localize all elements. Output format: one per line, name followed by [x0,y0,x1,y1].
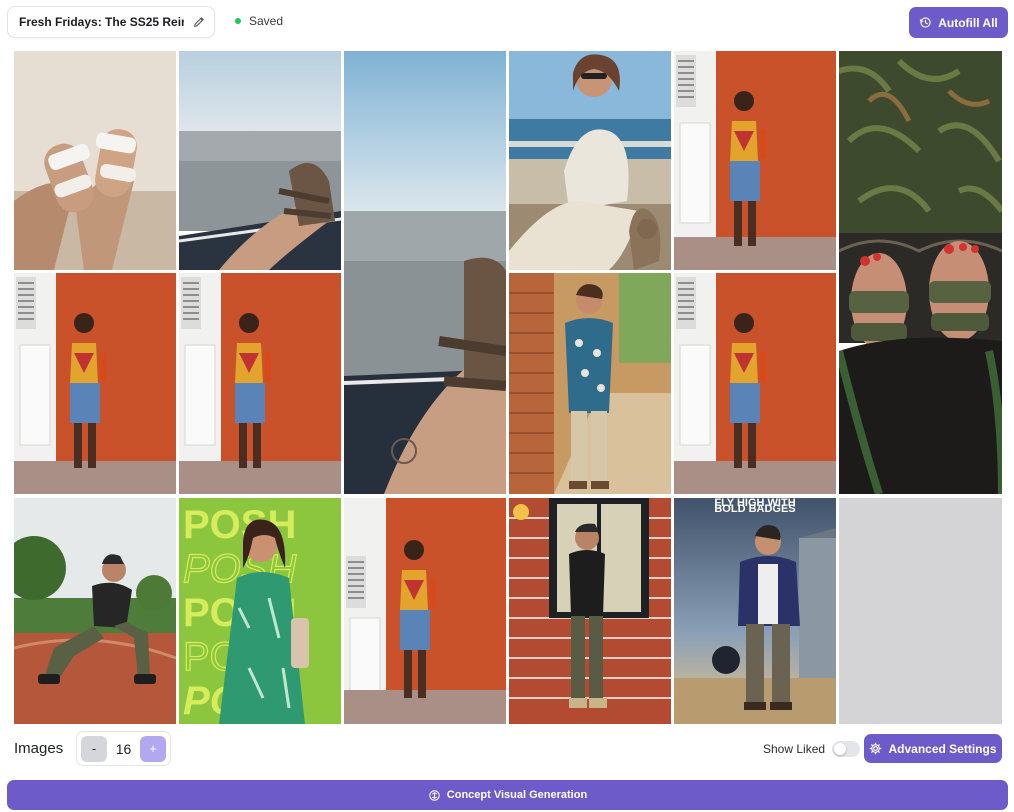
toggle-knob [834,743,847,755]
show-liked-label: Show Liked [763,742,826,756]
image-woman-orange-wall-4[interactable] [674,273,836,494]
image-man-crouching-track[interactable] [14,498,176,724]
image-woman-orange-wall-5[interactable] [344,498,506,724]
gear-icon [870,742,882,755]
refresh-icon [919,17,931,28]
image-sea-boat-sandal-tall[interactable] [344,51,506,494]
decrement-button[interactable]: - [81,735,107,762]
image-man-floral-shirt[interactable] [509,273,671,494]
project-title[interactable]: Fresh Fridays: The SS25 Reinv... [19,15,184,29]
image-woman-green-dress-posh[interactable]: POSH POSH POSH POSH POSH [179,498,341,724]
autofill-all-button[interactable]: Autofill All [909,7,1008,38]
show-liked-control: Show Liked [763,741,861,757]
pencil-icon[interactable] [192,15,206,29]
images-count-stepper: - 16 + [76,731,171,766]
image-sea-boat-sandal[interactable] [179,51,341,270]
advanced-settings-label: Advanced Settings [888,741,997,756]
image-woman-laughing-with-cat[interactable] [509,51,671,270]
save-status: Saved [235,14,283,28]
status-dot-icon [235,18,241,24]
save-status-label: Saved [249,14,284,28]
image-placeholder-empty[interactable] [839,498,1002,724]
image-gallery: POSH POSH POSH POSH POSH [14,51,1002,724]
image-woman-orange-wall-1[interactable] [674,51,836,270]
autofill-all-label: Autofill All [938,15,998,30]
concept-visual-generation-label: Concept Visual Generation [446,789,588,801]
image-woman-orange-wall-3[interactable] [179,273,341,494]
project-title-chip[interactable]: Fresh Fridays: The SS25 Reinv... [7,6,215,38]
concept-visual-generation-button[interactable]: Concept Visual Generation [7,780,1008,810]
increment-button[interactable]: + [139,735,166,762]
show-liked-toggle[interactable] [832,741,861,757]
image-feet-white-sandals-sand[interactable] [14,51,176,270]
generate-icon [429,789,440,801]
images-count-label: Images [14,740,64,757]
bomber-headline-2: BOLD BADGES [714,503,795,515]
image-woman-orange-wall-2[interactable] [14,273,176,494]
advanced-settings-button[interactable]: Advanced Settings [864,734,1002,763]
top-bar: Fresh Fridays: The SS25 Reinv... Saved A… [0,0,1014,44]
image-man-bomber-jacket[interactable]: FLY HIGH WITH BOLD BADGES [674,498,836,724]
image-man-brick-wall[interactable] [509,498,671,724]
images-count-value[interactable]: 16 [116,741,132,757]
image-feet-green-sandals-tall[interactable] [839,51,1002,494]
